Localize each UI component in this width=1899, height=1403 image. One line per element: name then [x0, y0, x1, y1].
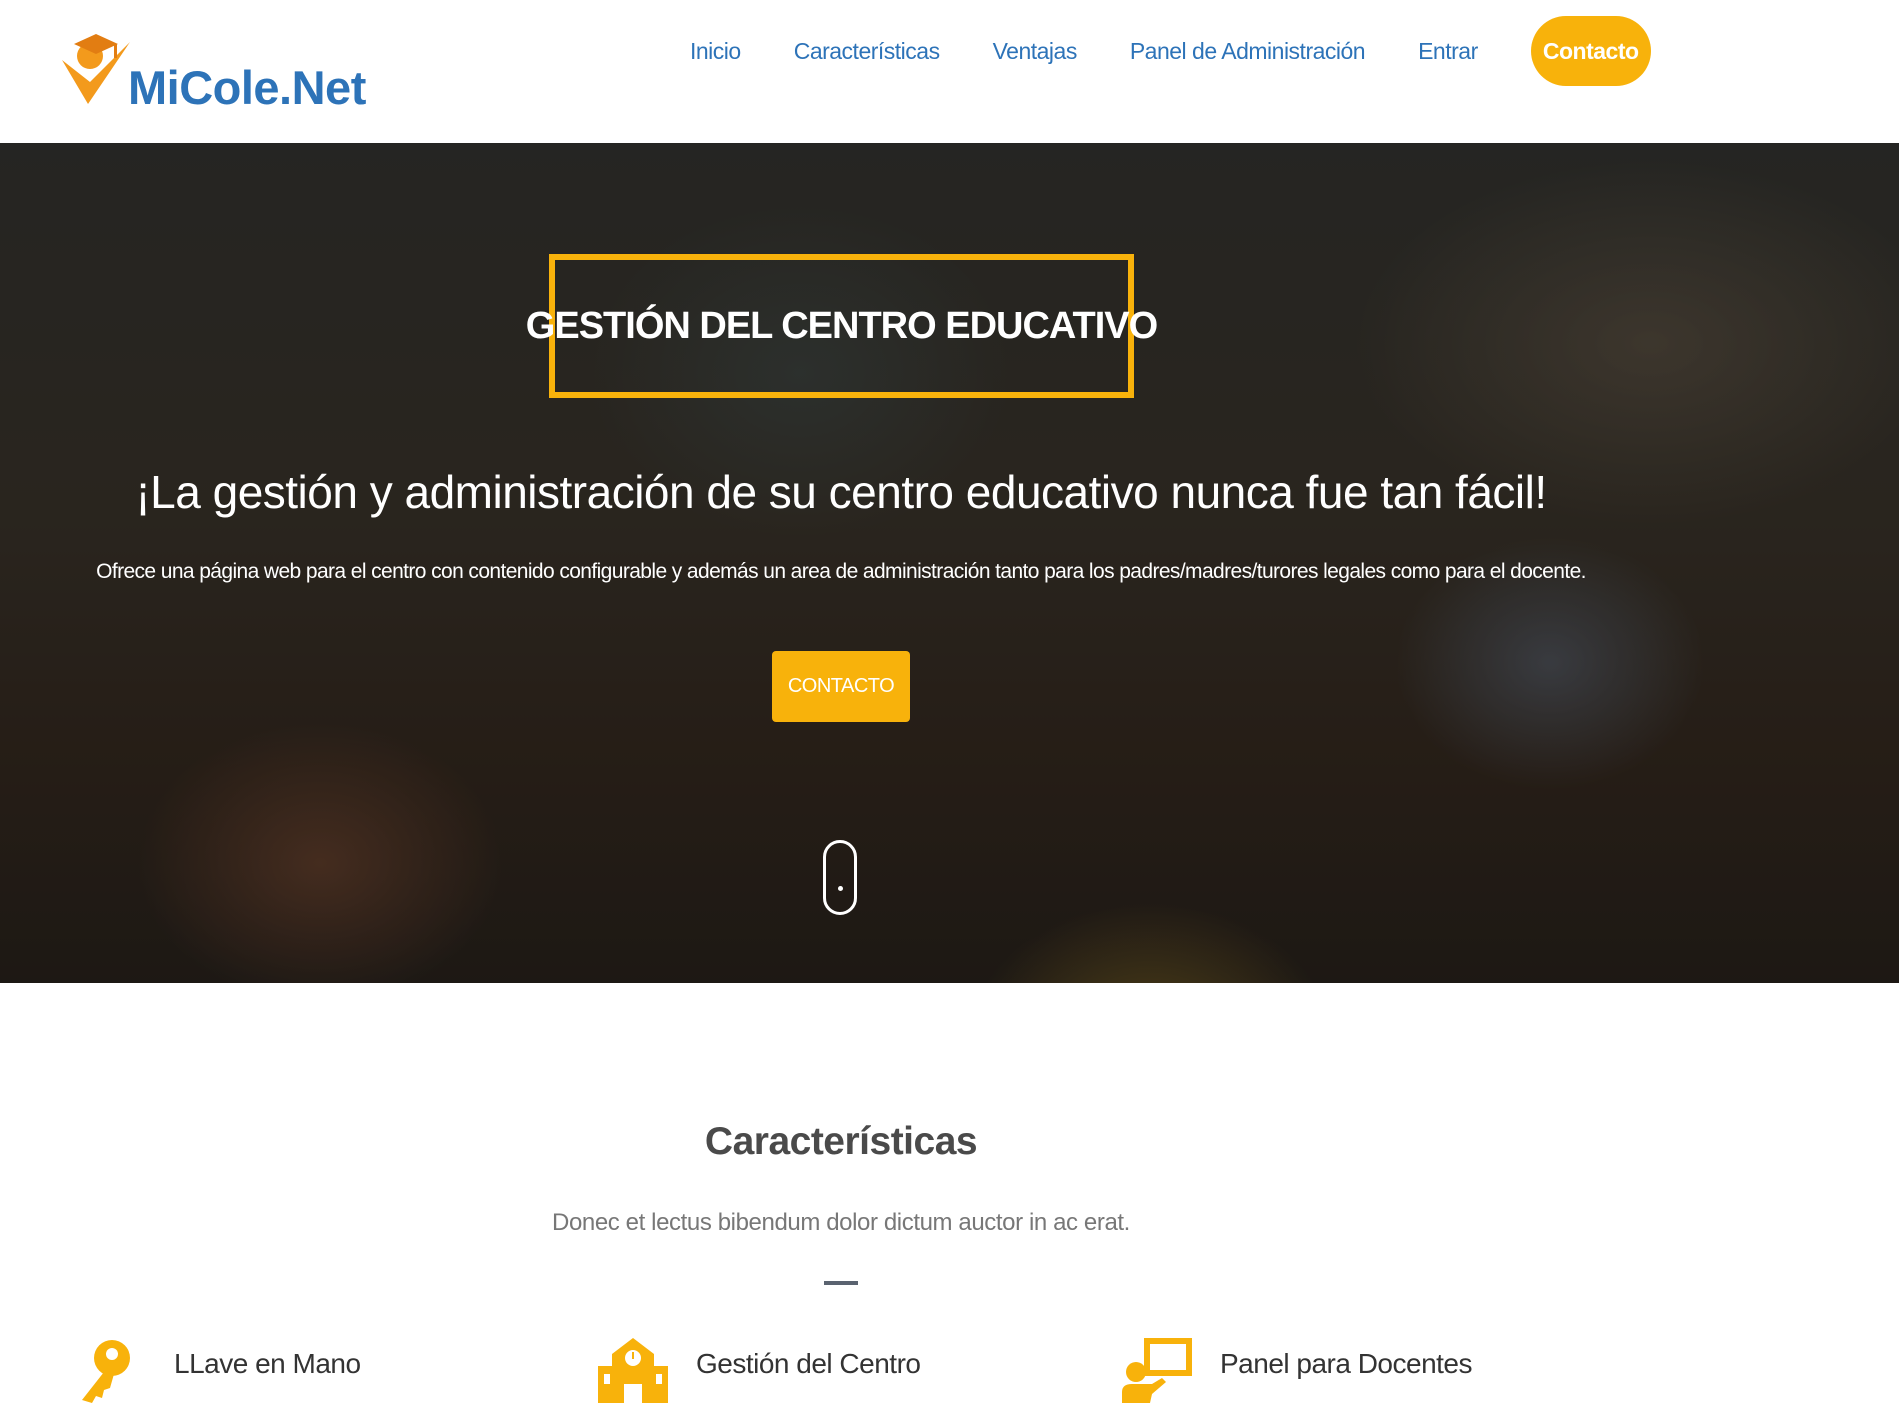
hero-headline: ¡La gestión y administración de su centr…: [135, 466, 1547, 518]
features-subtitle: Donec et lectus bibendum dolor dictum au…: [552, 1209, 1130, 1236]
features-section: Características Donec et lectus bibendum…: [0, 983, 1899, 1403]
nav-panel-administracion[interactable]: Panel de Administración: [1130, 38, 1366, 65]
logo-text: MiCole.Net: [128, 61, 366, 114]
nav-entrar[interactable]: Entrar: [1418, 38, 1478, 65]
feature-title: Gestión del Centro: [696, 1348, 921, 1379]
hero-contact-button[interactable]: CONTACTO: [772, 651, 910, 722]
hero-description: Ofrece una página web para el centro con…: [96, 560, 1586, 583]
teacher-board-icon: [1122, 1338, 1192, 1403]
mouse-scroll-icon[interactable]: [823, 840, 857, 915]
hero-boxed-title: GESTIÓN DEL CENTRO EDUCATIVO: [525, 304, 1158, 347]
site-header: MiCole.Net Inicio Características Ventaj…: [0, 0, 1899, 143]
hero-section: GESTIÓN DEL CENTRO EDUCATIVO ¡La gestión…: [0, 143, 1899, 983]
nav-ventajas[interactable]: Ventajas: [993, 38, 1078, 65]
key-icon: [82, 1340, 130, 1403]
nav-inicio[interactable]: Inicio: [690, 38, 741, 65]
nav-contacto-button[interactable]: Contacto: [1530, 16, 1651, 86]
nav-caracteristicas[interactable]: Características: [794, 38, 940, 65]
main-nav: Inicio Características Ventajas Panel de…: [690, 16, 1651, 86]
school-building-icon: [598, 1338, 668, 1403]
features-title: Características: [704, 1120, 978, 1163]
hero-title-box: GESTIÓN DEL CENTRO EDUCATIVO: [526, 254, 1158, 398]
section-divider: [824, 1281, 858, 1285]
site-logo[interactable]: MiCole.Net: [60, 32, 366, 116]
feature-title: Panel para Docentes: [1220, 1348, 1473, 1379]
feature-title: LLave en Mano: [174, 1348, 361, 1379]
